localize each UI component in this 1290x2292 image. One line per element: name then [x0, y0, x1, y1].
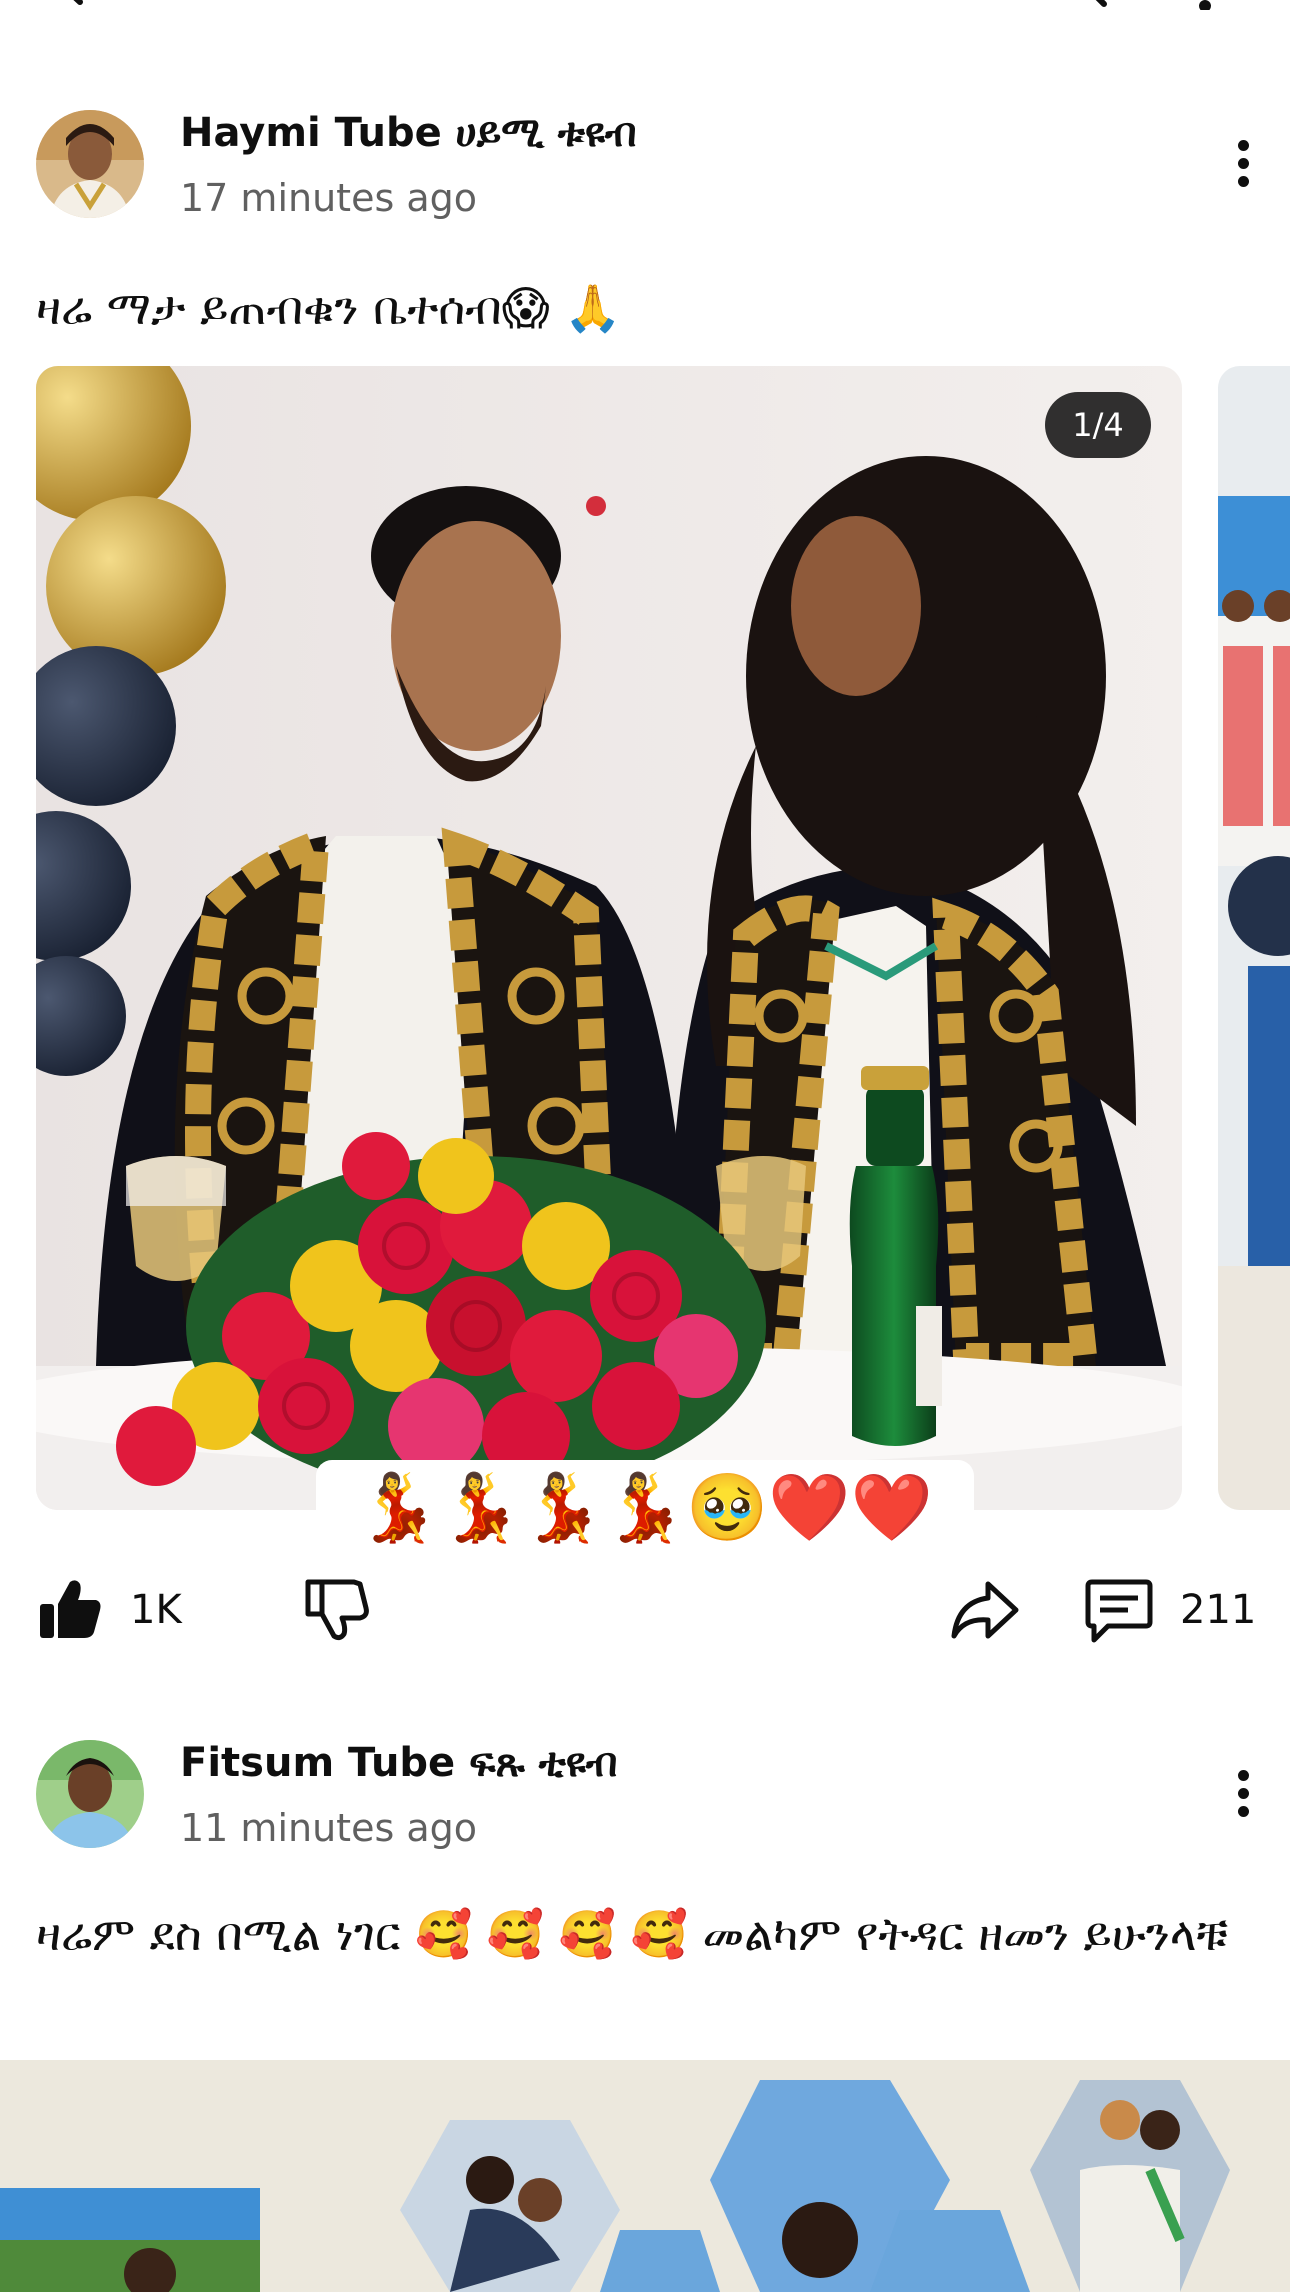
comment-count: 211: [1180, 1587, 1257, 1633]
post-action-bar: 1K 211: [0, 1560, 1290, 1660]
post-timestamp: 11 minutes ago: [180, 1806, 477, 1850]
comment-icon[interactable]: [1084, 1574, 1154, 1644]
post-author[interactable]: Haymi Tube ሀይሚ ቱዩብ: [180, 108, 637, 158]
post-card: Haymi Tube ሀይሚ ቱዩብ 17 minutes ago ዛሬ ማታ …: [0, 0, 1290, 1680]
post-text: ዛሬ ማታ ይጠብቁን ቤተሰብ😱 🙏: [36, 281, 622, 335]
post-text: ዛሬም ደስ በሚል ነገር 🥰 🥰 🥰 🥰 መልካም የትዳር ዘመን ይሁን…: [36, 1907, 1229, 1961]
post-card: Fitsum Tube ፍጹ ቲዩብ 11 minutes ago ዛሬም ደስ…: [0, 1680, 1290, 2292]
post-menu-icon[interactable]: [1220, 1764, 1266, 1824]
avatar[interactable]: [36, 110, 144, 218]
image-caption-overlay: 💃💃💃💃🥹❤️❤️: [316, 1460, 974, 1556]
post-menu-icon[interactable]: [1220, 134, 1266, 194]
post-timestamp: 17 minutes ago: [180, 176, 477, 220]
dislike-icon[interactable]: [300, 1574, 370, 1644]
post-image[interactable]: [0, 2060, 1290, 2292]
post-author[interactable]: Fitsum Tube ፍጹ ቲዩብ: [180, 1738, 618, 1788]
next-post-image[interactable]: [1218, 366, 1290, 1510]
avatar[interactable]: [36, 1740, 144, 1848]
share-icon[interactable]: [950, 1574, 1020, 1644]
image-counter-badge: 1/4: [1045, 392, 1151, 458]
like-count: 1K: [130, 1587, 182, 1633]
post-image[interactable]: [36, 366, 1182, 1510]
like-icon[interactable]: [36, 1574, 106, 1644]
